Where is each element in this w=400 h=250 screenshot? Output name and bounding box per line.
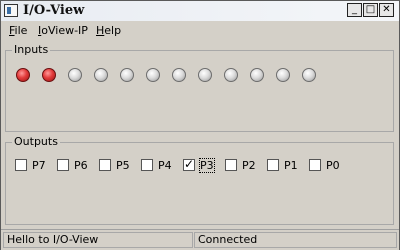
input-led-1 <box>42 68 56 82</box>
checkbox-box[interactable] <box>225 159 237 171</box>
checkbox-box[interactable] <box>15 159 27 171</box>
checkbox-label: P0 <box>326 159 340 172</box>
input-led-5 <box>146 68 160 82</box>
checkbox-box[interactable] <box>99 159 111 171</box>
checkbox-box[interactable] <box>183 157 195 171</box>
checkbox-label: P6 <box>74 159 88 172</box>
input-led-4 <box>120 68 134 82</box>
input-led-2 <box>68 68 82 82</box>
checkbox-box[interactable] <box>57 159 69 171</box>
menu-ioview-ip[interactable]: IoView-IP <box>38 24 88 37</box>
input-led-8 <box>224 68 238 82</box>
checkbox-label: P2 <box>242 159 256 172</box>
app-window: I/O-View _ □ ✕ File IoView-IP Help Input… <box>0 0 400 250</box>
menu-file-label: ile <box>14 24 28 37</box>
input-led-7 <box>198 68 212 82</box>
menu-bar: File IoView-IP Help <box>1 21 399 40</box>
checkbox-label: P1 <box>284 159 298 172</box>
app-icon[interactable] <box>4 4 18 17</box>
title-bar[interactable]: I/O-View _ □ ✕ <box>1 1 399 22</box>
checkbox-label: P7 <box>32 159 46 172</box>
status-message: Hello to I/O-View <box>3 232 193 248</box>
input-led-6 <box>172 68 186 82</box>
minimize-button[interactable]: _ <box>347 3 362 17</box>
input-led-11 <box>302 68 316 82</box>
checkbox-box[interactable] <box>309 159 321 171</box>
checkbox-label: P4 <box>158 159 172 172</box>
input-led-3 <box>94 68 108 82</box>
close-button[interactable]: ✕ <box>379 3 394 17</box>
menu-file[interactable]: File <box>9 24 27 37</box>
status-connection: Connected <box>194 232 397 248</box>
menu-help-label: elp <box>104 24 122 37</box>
input-led-0 <box>16 68 30 82</box>
checkbox-box[interactable] <box>141 159 153 171</box>
outputs-group-label: Outputs <box>12 135 60 148</box>
outputs-group: Outputs P7 P6 P5 P4 P3 P2 P1 P0 <box>5 135 394 225</box>
checkbox-box[interactable] <box>267 159 279 171</box>
inputs-group-label: Inputs <box>12 43 51 56</box>
checkbox-label: P3 <box>199 158 215 173</box>
maximize-button[interactable]: □ <box>363 3 378 17</box>
menu-help[interactable]: Help <box>96 24 121 37</box>
inputs-group: Inputs <box>5 43 394 132</box>
status-bar: Hello to I/O-View Connected <box>1 229 399 250</box>
checkbox-label: P5 <box>116 159 130 172</box>
input-led-10 <box>276 68 290 82</box>
menu-ioview-ip-label: oView-IP <box>41 24 88 37</box>
window-title: I/O-View <box>23 3 85 18</box>
input-led-9 <box>250 68 264 82</box>
